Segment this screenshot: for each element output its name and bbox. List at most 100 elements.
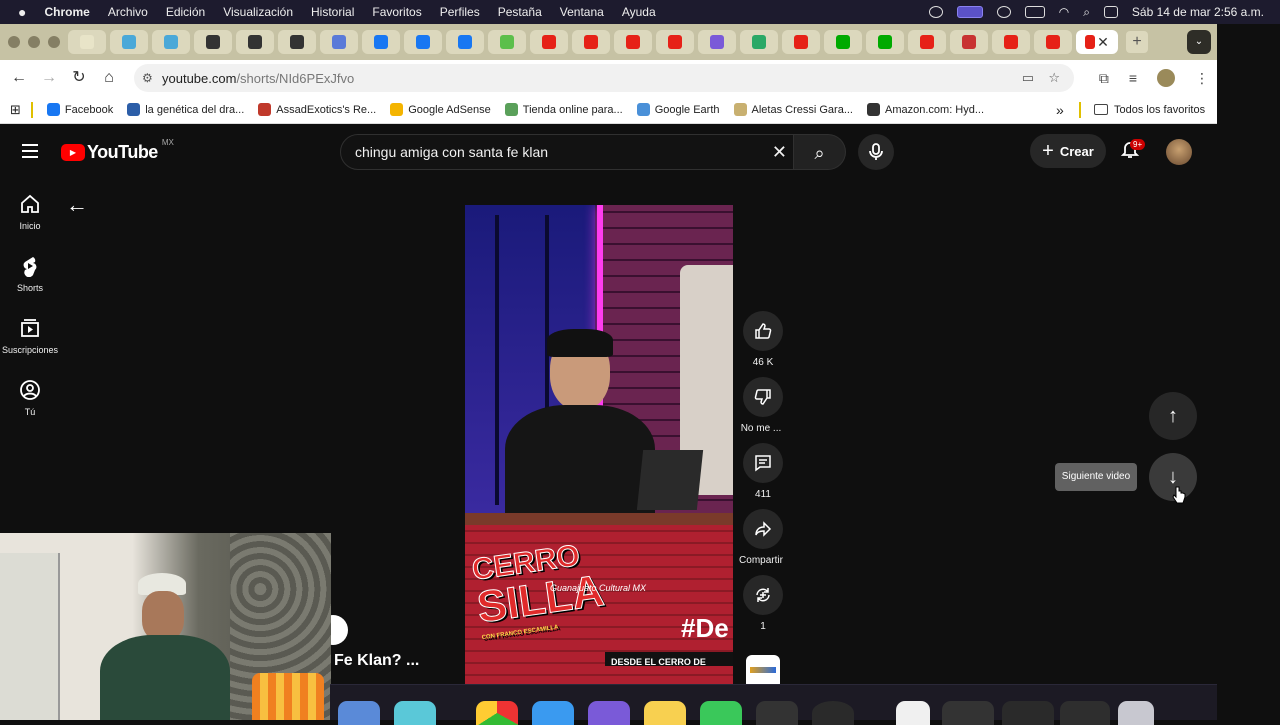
minimized-window-dock-icon[interactable] xyxy=(942,701,994,725)
youtube-logo[interactable]: ▶ YouTube MX xyxy=(61,138,174,163)
bookmark-item[interactable]: Google Earth xyxy=(636,103,720,116)
menu-archivo[interactable]: Archivo xyxy=(108,5,148,19)
screen-share-icon[interactable] xyxy=(956,6,983,18)
control-center-icon[interactable] xyxy=(1103,6,1118,18)
menubar-datetime[interactable]: Sáb 14 de mar 2:56 a.m. xyxy=(1132,5,1264,19)
window-zoom-button[interactable] xyxy=(48,36,60,48)
play-icon[interactable] xyxy=(996,6,1011,18)
menu-ventana[interactable]: Ventana xyxy=(560,5,604,19)
bookmark-item[interactable]: Tienda online para... xyxy=(504,103,623,116)
browser-tab[interactable] xyxy=(404,30,442,54)
minimized-window-dock-icon[interactable] xyxy=(1002,701,1054,725)
menu-perfiles[interactable]: Perfiles xyxy=(440,5,480,19)
bookmark-star-icon[interactable]: ☆ xyxy=(1048,70,1060,86)
window-minimize-button[interactable] xyxy=(28,36,40,48)
media-control-icon[interactable]: ≡ xyxy=(1129,70,1137,86)
site-info-icon[interactable]: ⚙ xyxy=(142,71,153,85)
browser-tab[interactable] xyxy=(950,30,988,54)
clear-search-icon[interactable]: ✕ xyxy=(772,135,787,169)
bookmark-item[interactable]: Google AdSense xyxy=(390,103,491,116)
minimized-window-dock-icon[interactable] xyxy=(1060,701,1110,725)
sidebar-item-subscriptions[interactable]: Suscripciones xyxy=(0,317,60,355)
sidebar-item-shorts[interactable]: Shorts xyxy=(0,255,60,293)
bookmark-item[interactable]: Aletas Cressi Gara... xyxy=(733,103,853,116)
menu-ayuda[interactable]: Ayuda xyxy=(622,5,656,19)
browser-tab[interactable] xyxy=(656,30,694,54)
app-dock-icon[interactable] xyxy=(394,701,436,725)
like-button[interactable]: 46 K xyxy=(742,311,784,368)
spotlight-search-icon[interactable]: ⌕ xyxy=(1083,5,1090,20)
menu-favoritos[interactable]: Favoritos xyxy=(372,5,421,19)
browser-tab[interactable] xyxy=(824,30,862,54)
tab-search-button[interactable]: ⌄ xyxy=(1187,30,1211,54)
trash-dock-icon[interactable] xyxy=(1118,701,1154,725)
new-tab-button[interactable]: + xyxy=(1126,31,1148,53)
sidebar-item-home[interactable]: Inicio xyxy=(0,193,60,231)
browser-tab[interactable] xyxy=(152,30,190,54)
remix-button[interactable]: 1 xyxy=(742,575,784,632)
profile-avatar-icon[interactable] xyxy=(1157,69,1175,87)
bookmarks-overflow-icon[interactable]: » xyxy=(1056,102,1064,118)
safari-dock-icon[interactable] xyxy=(532,701,574,725)
close-tab-icon[interactable]: ✕ xyxy=(1097,34,1109,51)
browser-tab[interactable] xyxy=(194,30,232,54)
audio-track-thumbnail[interactable] xyxy=(746,655,780,684)
back-button[interactable]: ← xyxy=(4,63,34,93)
apple-icon[interactable]: ● xyxy=(18,4,26,20)
browser-tab[interactable] xyxy=(236,30,274,54)
browser-tab[interactable] xyxy=(278,30,316,54)
finder-dock-icon[interactable] xyxy=(338,701,380,725)
whatsapp-dock-icon[interactable] xyxy=(700,701,742,725)
browser-tab[interactable] xyxy=(992,30,1030,54)
active-tab[interactable]: ✕ xyxy=(1076,30,1118,54)
browser-tab[interactable] xyxy=(320,30,358,54)
app-dock-icon[interactable] xyxy=(756,701,798,725)
sidebar-item-you[interactable]: Tú xyxy=(0,379,60,417)
menu-historial[interactable]: Historial xyxy=(311,5,354,19)
browser-tab[interactable] xyxy=(908,30,946,54)
obs-dock-icon[interactable] xyxy=(812,701,854,725)
cast-icon[interactable]: ▭ xyxy=(1022,70,1034,86)
app-dock-icon[interactable] xyxy=(588,701,630,725)
bookmark-item[interactable]: la genética del dra... xyxy=(127,103,244,116)
comments-button[interactable]: 411 xyxy=(742,443,784,500)
browser-tab[interactable] xyxy=(572,30,610,54)
search-input[interactable]: chingu amiga con santa fe klan ✕ xyxy=(340,134,794,170)
browser-tab[interactable] xyxy=(110,30,148,54)
share-button[interactable]: Compartir xyxy=(739,509,784,566)
notifications-button[interactable]: 9+ xyxy=(1120,139,1146,165)
menu-visualizacion[interactable]: Visualización xyxy=(223,5,293,19)
short-title-overlay[interactable]: Fe Klan? ... xyxy=(334,652,419,670)
browser-tab[interactable] xyxy=(362,30,400,54)
address-bar[interactable]: ⚙ youtube.com/shorts/NId6PExJfvo ▭ ☆ xyxy=(134,64,1074,92)
wifi-icon[interactable]: ◠ xyxy=(1059,5,1069,19)
browser-tab[interactable] xyxy=(530,30,568,54)
status-icon[interactable] xyxy=(928,6,943,18)
bookmark-item[interactable]: AssadExotics's Re... xyxy=(258,103,376,116)
browser-tab[interactable] xyxy=(698,30,736,54)
browser-tab[interactable] xyxy=(446,30,484,54)
browser-tab[interactable] xyxy=(782,30,820,54)
bookmark-item[interactable]: Amazon.com: Hyd... xyxy=(867,103,984,116)
browser-tab[interactable] xyxy=(68,30,106,54)
guide-menu-icon[interactable] xyxy=(22,144,38,158)
extensions-icon[interactable]: ⧉ xyxy=(1099,70,1109,87)
home-button[interactable]: ⌂ xyxy=(94,63,124,93)
bookmark-item[interactable]: Facebook xyxy=(46,103,113,116)
previous-video-button[interactable]: ↑ xyxy=(1149,392,1197,440)
search-button[interactable]: ⌕ xyxy=(794,134,846,170)
battery-icon[interactable] xyxy=(1024,6,1045,18)
back-arrow-icon[interactable]: ← xyxy=(66,192,88,218)
voice-search-button[interactable] xyxy=(858,134,894,170)
window-close-button[interactable] xyxy=(8,36,20,48)
document-dock-icon[interactable] xyxy=(896,701,930,725)
browser-tab[interactable] xyxy=(866,30,904,54)
dislike-button[interactable]: No me ... xyxy=(741,377,784,434)
menu-pestana[interactable]: Pestaña xyxy=(498,5,542,19)
browser-tab[interactable] xyxy=(1034,30,1072,54)
notes-dock-icon[interactable] xyxy=(644,701,686,725)
more-menu-icon[interactable]: ⋮ xyxy=(1195,70,1209,87)
forward-button[interactable]: → xyxy=(34,63,64,93)
browser-tab[interactable] xyxy=(488,30,526,54)
shorts-video-player[interactable]: CERRO SILLA CON FRANCO ESCAMILLA Guanaju… xyxy=(465,205,733,684)
